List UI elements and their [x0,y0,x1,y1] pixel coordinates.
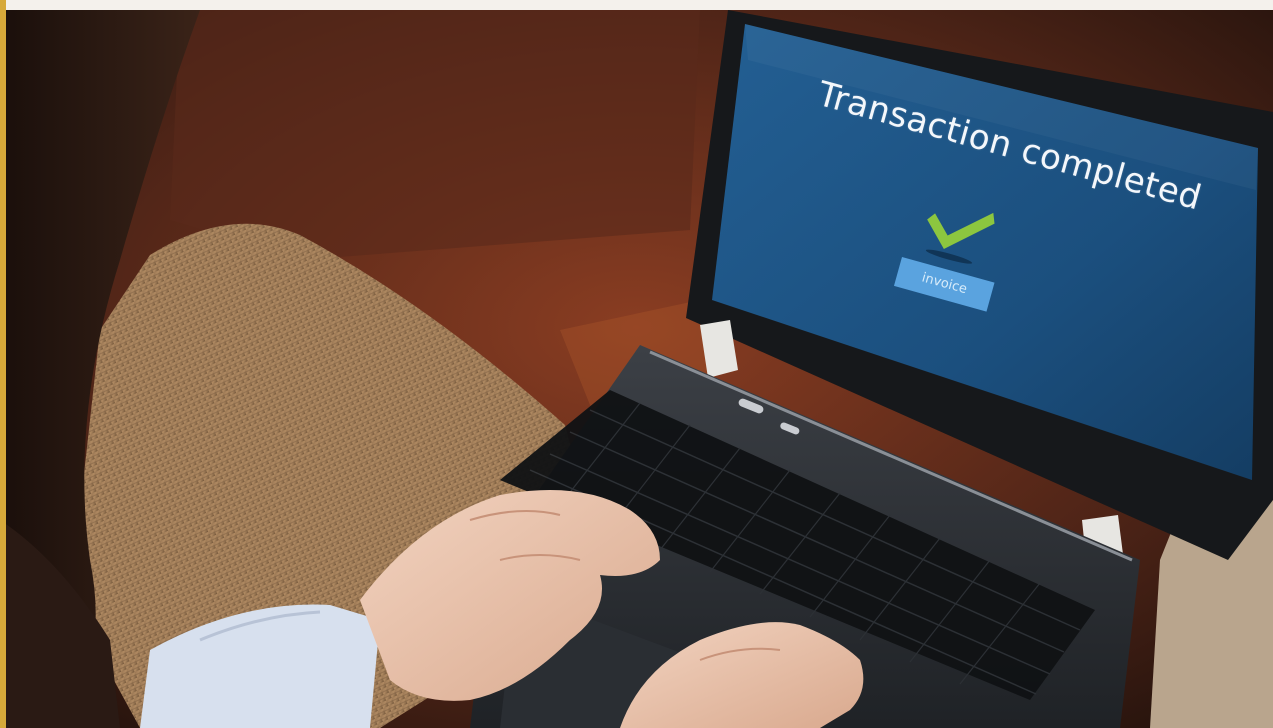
photo-scene: Transaction completed invoice [0,0,1273,728]
photo-background [0,0,1273,728]
